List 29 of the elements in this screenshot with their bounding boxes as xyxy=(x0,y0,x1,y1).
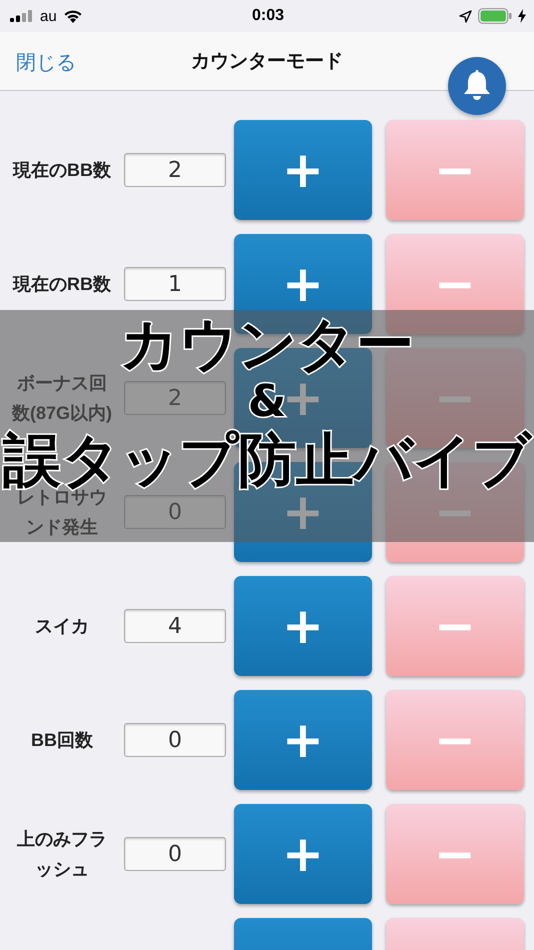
counter-label: スイカ xyxy=(34,615,90,638)
plus-button[interactable]: + xyxy=(234,804,372,904)
bell-button[interactable] xyxy=(448,57,506,115)
plus-button[interactable]: + xyxy=(234,690,372,790)
plus-button[interactable]: + xyxy=(234,576,372,676)
signal-icon xyxy=(10,10,34,22)
charging-bolt-icon xyxy=(518,9,526,23)
counter-label: ボーナス回数(87G以内) xyxy=(10,372,113,425)
count-field[interactable]: 0 xyxy=(124,495,226,529)
wifi-icon xyxy=(62,9,83,23)
counter-label: BB回数 xyxy=(30,729,94,752)
counter-label: 上のみフラッシュ xyxy=(16,828,108,881)
count-field[interactable]: 2 xyxy=(124,381,226,415)
location-arrow-icon xyxy=(459,10,472,22)
counter-label: 現在のBB数 xyxy=(12,159,112,182)
plus-button[interactable]: + xyxy=(234,120,372,220)
status-time: 0:03 xyxy=(252,7,284,25)
carrier-name: au xyxy=(40,8,57,24)
bell-icon xyxy=(462,70,492,102)
count-field[interactable]: 4 xyxy=(124,609,226,643)
count-field[interactable]: 0 xyxy=(124,837,226,871)
count-field[interactable]: 1 xyxy=(124,267,226,301)
counter-label: 現在のRB数 xyxy=(12,273,112,296)
count-field[interactable]: 2 xyxy=(124,153,226,187)
screen-title: カウンターモード xyxy=(191,49,343,74)
caption-text: & xyxy=(248,378,286,426)
close-link[interactable]: 閉じる xyxy=(16,49,76,76)
battery-icon xyxy=(478,8,512,24)
count-field[interactable]: 0 xyxy=(124,723,226,757)
